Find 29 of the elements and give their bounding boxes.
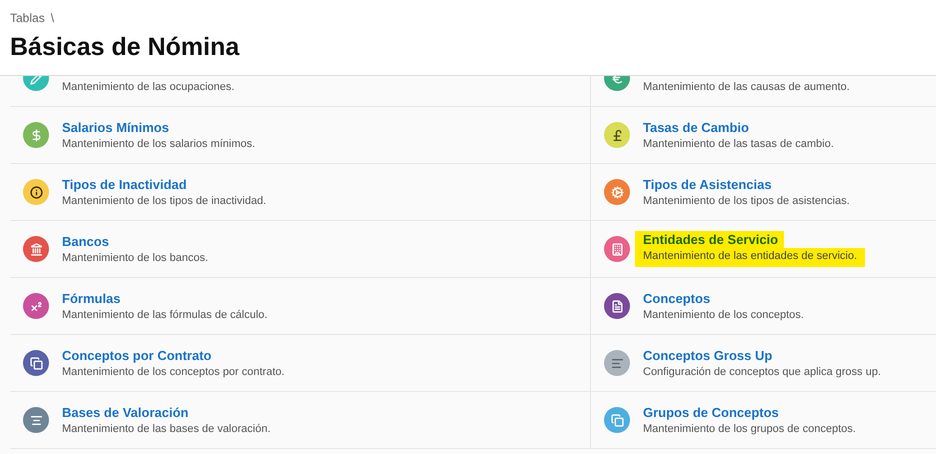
item-title-link[interactable]: Conceptos por Contrato — [62, 346, 212, 364]
item-title-link[interactable]: Conceptos Gross Up — [643, 346, 772, 364]
item-description: Mantenimiento de las causas de aumento. — [643, 80, 850, 94]
item-description: Configuración de conceptos que aplica gross up. — [643, 364, 881, 380]
item-title-link[interactable]: Tipos de Asistencias — [643, 176, 772, 192]
item-description: Mantenimiento de los grupos de conceptos. — [643, 422, 856, 436]
item-title-link[interactable]: Conceptos — [643, 290, 710, 306]
breadcrumb-link[interactable]: Tablas — [10, 9, 45, 27]
item-description: Mantenimiento de las bases de valoración. — [62, 422, 271, 436]
breadcrumb-separator: \ — [50, 10, 54, 27]
item-title-link[interactable]: Tasas de Cambio — [643, 118, 749, 136]
item-description: Mantenimiento de los conceptos por contrato. — [62, 364, 285, 380]
item-title-link[interactable]: Salarios Mínimos — [62, 118, 169, 136]
item-title-link[interactable]: Fórmulas — [62, 290, 121, 306]
item-title-link[interactable]: Tipos de Inactividad — [62, 176, 187, 192]
item-description: Mantenimiento de los salarios mínimos. — [62, 136, 256, 152]
item-description: Mantenimiento de las fórmulas de cálculo. — [62, 308, 268, 322]
item-description: Mantenimiento de las tasas de cambio. — [643, 136, 834, 152]
item-description: Mantenimiento de los tipos de inactividad. — [62, 194, 266, 208]
item-description: Mantenimiento de los tipos de asistencias. — [643, 194, 850, 208]
item-description: Mantenimiento de los conceptos. — [643, 308, 804, 322]
item-title-link[interactable]: Bancos — [62, 232, 109, 250]
item-description: Mantenimiento de los bancos. — [62, 250, 208, 266]
page-title: Básicas de Nómina — [10, 32, 240, 63]
item-title-link[interactable]: Bases de Valoración — [62, 404, 188, 420]
item-title-link[interactable]: Entidades de Servicio — [635, 231, 784, 248]
item-description: Mantenimiento de las entidades de servicio. — [635, 248, 866, 267]
item-description: Mantenimiento de las ocupaciones. — [62, 80, 234, 94]
item-title-link[interactable]: Grupos de Conceptos — [643, 404, 779, 420]
